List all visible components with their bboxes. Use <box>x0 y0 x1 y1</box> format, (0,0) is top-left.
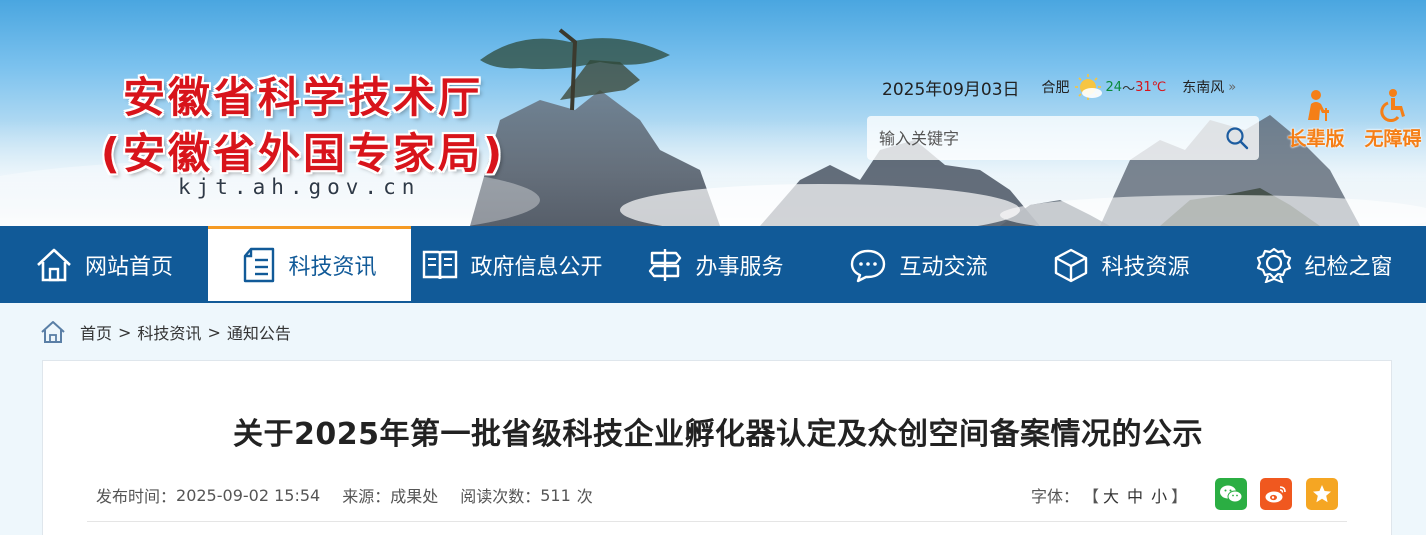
document-icon <box>244 247 275 283</box>
breadcrumb-tech-news[interactable]: 科技资讯 <box>137 320 201 344</box>
main-nav: 网站首页 科技资讯 政府信息公开 办事服务 互动交流 科技资源 纪检之窗 <box>0 226 1426 303</box>
publish-time-label: 发布时间： <box>96 487 177 506</box>
badge-icon <box>1257 247 1292 283</box>
font-bracket-close: 】 <box>1171 487 1188 506</box>
search-input[interactable] <box>867 116 1215 160</box>
site-domain: kjt.ah.gov.cn <box>178 175 421 199</box>
weather-city: 合肥 <box>1041 80 1070 96</box>
weibo-icon <box>1265 486 1286 503</box>
favorite-icon <box>1313 485 1331 503</box>
article-meta: 发布时间： 2025-09-02 15:54 来源： 成果处 阅读次数： 511… <box>96 483 593 507</box>
font-bracket-open: 【 <box>1083 487 1100 506</box>
site-title-line2: (安徽省外国专家局) <box>100 129 506 178</box>
share-favorite-button[interactable] <box>1306 478 1338 510</box>
font-size-medium[interactable]: 中 <box>1127 483 1143 507</box>
nav-item-gov-info[interactable]: 政府信息公开 <box>411 226 614 303</box>
wind-direction: 东南风 <box>1182 80 1225 96</box>
accessibility-button[interactable]: 无障碍 <box>1360 88 1426 151</box>
font-size-small[interactable]: 小 <box>1151 483 1167 507</box>
home-icon <box>41 321 65 343</box>
read-count-unit: 次 <box>576 487 593 506</box>
article-panel: 关于2025年第一批省级科技企业孵化器认定及众创空间备案情况的公示 发布时间： … <box>42 360 1392 535</box>
nav-item-label: 纪检之窗 <box>1304 254 1393 280</box>
nav-item-resources[interactable]: 科技资源 <box>1020 226 1223 303</box>
breadcrumb-home[interactable]: 首页 <box>80 320 112 344</box>
site-title[interactable]: 安徽省科学技术厅 (安徽省外国专家局) <box>88 70 518 182</box>
font-size-large[interactable]: 大 <box>1103 483 1119 507</box>
search-box <box>867 116 1259 160</box>
meta-divider <box>87 521 1347 522</box>
read-count-label: 阅读次数： <box>460 487 541 506</box>
nav-item-tech-news[interactable]: 科技资讯 <box>208 226 411 301</box>
accessibility-label: 无障碍 <box>1364 128 1422 150</box>
nav-item-label: 互动交流 <box>899 254 988 280</box>
sunny-icon <box>1074 74 1102 100</box>
nav-item-discipline[interactable]: 纪检之窗 <box>1223 226 1426 303</box>
elder-mode-label: 长辈版 <box>1287 128 1345 150</box>
nav-item-label: 科技资讯 <box>288 255 377 280</box>
temp-high: 31℃ <box>1135 79 1167 95</box>
nav-item-label: 科技资源 <box>1101 254 1190 280</box>
nav-item-label: 办事服务 <box>695 254 784 280</box>
nav-item-label: 政府信息公开 <box>470 254 603 280</box>
nav-item-home[interactable]: 网站首页 <box>0 226 208 303</box>
accessibility-icon <box>1380 89 1405 122</box>
font-size-control: 字体： 【 大 中 小 】 <box>1031 483 1187 507</box>
breadcrumb: 首页 > 科技资讯 > 通知公告 <box>40 318 291 346</box>
weather-more-link[interactable]: » <box>1228 80 1236 95</box>
share-wechat-button[interactable] <box>1215 478 1247 510</box>
search-button[interactable] <box>1215 116 1259 160</box>
wechat-icon <box>1220 485 1243 503</box>
weather-bar: 2025年09月03日 合肥 24 ～ 31℃ 东南风 » <box>882 74 1236 100</box>
nav-item-interaction[interactable]: 互动交流 <box>817 226 1020 303</box>
source-label: 来源： <box>342 487 391 506</box>
elder-mode-button[interactable]: 长辈版 <box>1283 88 1349 151</box>
elder-mode-icon <box>1308 90 1329 121</box>
site-title-line1: 安徽省科学技术厅 <box>122 73 483 122</box>
read-count: 511 <box>540 485 571 505</box>
cube-icon <box>1055 248 1088 282</box>
book-icon <box>423 250 458 279</box>
signpost-icon <box>649 248 682 281</box>
header-banner: 安徽省科学技术厅 (安徽省外国专家局) kjt.ah.gov.cn 2025年0… <box>0 0 1426 226</box>
home-icon <box>37 248 71 281</box>
breadcrumb-separator: > <box>118 322 132 342</box>
article-title: 关于2025年第一批省级科技企业孵化器认定及众创空间备案情况的公示 <box>233 417 1203 452</box>
nav-item-label: 网站首页 <box>84 254 173 280</box>
temp-low: 24 <box>1105 79 1123 95</box>
nav-item-services[interactable]: 办事服务 <box>614 226 817 303</box>
publish-time: 2025-09-02 15:54 <box>176 485 321 505</box>
breadcrumb-separator: > <box>207 322 221 342</box>
current-date: 2025年09月03日 <box>882 79 1020 100</box>
font-size-label: 字体： <box>1031 487 1080 506</box>
breadcrumb-notices[interactable]: 通知公告 <box>227 320 291 344</box>
temp-separator: ～ <box>1122 81 1136 97</box>
chat-icon <box>851 249 886 282</box>
source-value: 成果处 <box>390 487 439 506</box>
share-weibo-button[interactable] <box>1260 478 1292 510</box>
search-icon <box>1226 127 1249 150</box>
